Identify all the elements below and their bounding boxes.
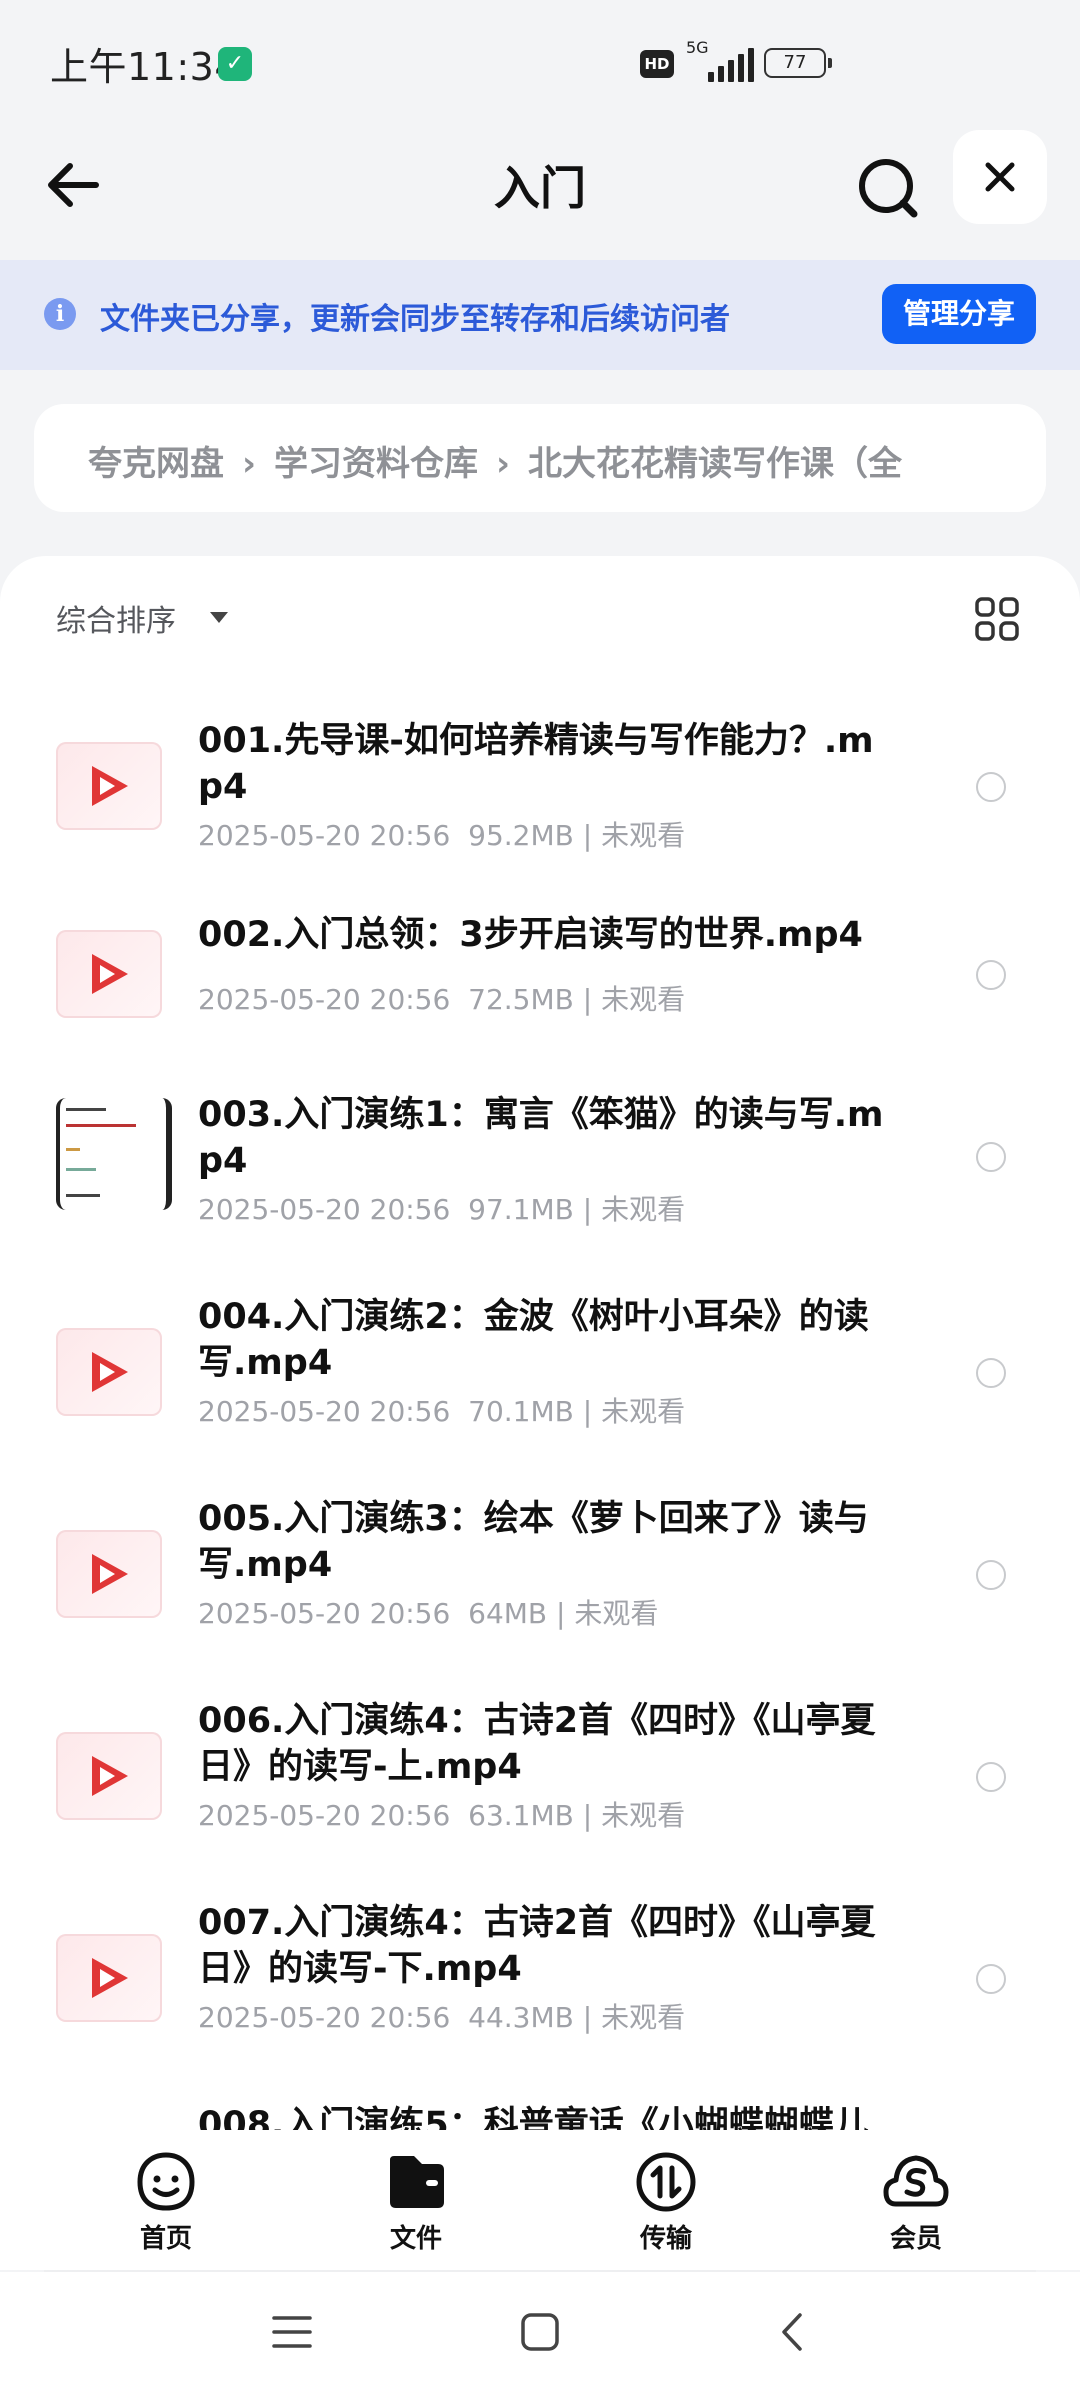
video-thumbnail	[56, 1328, 162, 1416]
file-name: 004.入门演练2：金波《树叶小耳朵》的读写.mp4	[198, 1297, 869, 1383]
video-thumbnail	[56, 1732, 162, 1820]
grid-view-icon[interactable]	[974, 596, 1020, 642]
nav-label: 会员	[889, 2224, 942, 2254]
nav-label: 传输	[639, 2224, 692, 2254]
list-item[interactable]: 005.入门演练3：绘本《萝卜回来了》读与写.mp4 2025-05-20 20…	[0, 1456, 1080, 1656]
manage-share-button[interactable]: 管理分享	[882, 284, 1036, 344]
status-time: 上午11:34	[50, 45, 240, 89]
transfer-icon	[636, 2152, 696, 2212]
menu-icon[interactable]	[272, 2312, 312, 2356]
caret-down-icon[interactable]	[210, 612, 228, 623]
hd-badge: HD	[640, 50, 674, 78]
file-name: 005.入门演练3：绘本《萝卜回来了》读与写.mp4	[198, 1499, 869, 1585]
list-item[interactable]: 007.入门演练4：古诗2首《四时》《山亭夏日》的读写-下.mp4 2025-0…	[0, 1856, 1080, 2056]
nav-label: 首页	[139, 2224, 192, 2254]
video-thumbnail-image	[56, 1098, 172, 1210]
share-notice-banner: i 文件夹已分享，更新会同步至转存和后续访问者 管理分享	[0, 260, 1080, 370]
network-type: 5G	[686, 38, 709, 57]
info-icon: i	[44, 298, 76, 330]
signal-icon	[708, 46, 754, 82]
bottom-nav: 首页 文件 传输 会员	[0, 2130, 1080, 2270]
file-meta: 2025-05-20 20:56 44.3MB | 未观看	[198, 2001, 686, 2034]
nav-vip[interactable]: 会员	[846, 2150, 986, 2255]
select-radio[interactable]	[976, 1964, 1006, 1994]
nav-files[interactable]: 文件	[346, 2150, 486, 2255]
vip-icon	[883, 2155, 949, 2207]
header: 入门	[0, 120, 1080, 260]
nav-label: 文件	[389, 2224, 442, 2254]
nav-transfer[interactable]: 传输	[596, 2150, 736, 2255]
video-thumbnail	[56, 742, 162, 830]
select-radio[interactable]	[976, 1762, 1006, 1792]
chevron-right-icon: ›	[496, 444, 511, 484]
breadcrumb-item-library[interactable]: 学习资料仓库	[274, 444, 478, 484]
back-chevron-icon[interactable]	[772, 2312, 812, 2356]
file-meta: 2025-05-20 20:56 64MB | 未观看	[198, 1597, 659, 1630]
status-bar: 上午11:34 ✓ HD 5G 77	[0, 0, 1080, 120]
file-name: 001.先导课-如何培养精读与写作能力？.mp4	[198, 721, 874, 807]
file-name: 007.入门演练4：古诗2首《四时》《山亭夏日》的读写-下.mp4	[198, 1903, 876, 1989]
video-thumbnail	[56, 1530, 162, 1618]
list-item[interactable]: 006.入门演练4：古诗2首《四时》《山亭夏日》的读写-上.mp4 2025-0…	[0, 1656, 1080, 1856]
home-square-icon[interactable]	[520, 2312, 560, 2356]
file-meta: 2025-05-20 20:56 95.2MB | 未观看	[198, 819, 686, 852]
shield-icon: ✓	[218, 47, 252, 81]
video-thumbnail	[56, 930, 162, 1018]
play-icon	[92, 1958, 128, 1998]
close-button[interactable]	[953, 130, 1047, 224]
play-icon	[92, 1554, 128, 1594]
video-thumbnail	[56, 1934, 162, 2022]
select-radio[interactable]	[976, 960, 1006, 990]
play-icon	[92, 1756, 128, 1796]
file-meta: 2025-05-20 20:56 97.1MB | 未观看	[198, 1193, 686, 1226]
chevron-right-icon: ›	[242, 444, 257, 484]
breadcrumb: 夸克网盘 › 学习资料仓库 › 北大花花精读写作课（全	[34, 404, 1046, 512]
home-face-icon	[137, 2152, 195, 2211]
list-item[interactable]: 001.先导课-如何培养精读与写作能力？.mp4 2025-05-20 20:5…	[0, 680, 1080, 868]
share-notice-text: 文件夹已分享，更新会同步至转存和后续访问者	[100, 302, 730, 337]
select-radio[interactable]	[976, 772, 1006, 802]
folder-icon	[390, 2156, 444, 2208]
breadcrumb-item-course[interactable]: 北大花花精读写作课（全	[528, 444, 902, 484]
list-item[interactable]: 004.入门演练2：金波《树叶小耳朵》的读写.mp4 2025-05-20 20…	[0, 1256, 1080, 1456]
system-nav-bar	[0, 2272, 1080, 2400]
list-item[interactable]: 002.入门总领：3步开启读写的世界.mp4 2025-05-20 20:56 …	[0, 868, 1080, 1056]
select-radio[interactable]	[976, 1142, 1006, 1172]
list-item[interactable]: 003.入门演练1：寓言《笨猫》的读与写.mp4 2025-05-20 20:5…	[0, 1056, 1080, 1256]
search-icon[interactable]	[850, 150, 926, 226]
file-list-panel: 综合排序 001.先导课-如何培养精读与写作能力？.mp4 2025-05-20…	[0, 556, 1080, 2136]
list-item[interactable]: 008.入门演练5：科普童话《小蝴蝶蝴蝶儿	[0, 2056, 1080, 2136]
close-icon	[985, 162, 1015, 192]
file-meta: 2025-05-20 20:56 63.1MB | 未观看	[198, 1799, 686, 1832]
play-icon	[92, 954, 128, 994]
file-name: 003.入门演练1：寓言《笨猫》的读与写.mp4	[198, 1095, 884, 1181]
file-meta: 2025-05-20 20:56 70.1MB | 未观看	[198, 1395, 686, 1428]
file-name: 002.入门总领：3步开启读写的世界.mp4	[198, 915, 863, 955]
select-radio[interactable]	[976, 1358, 1006, 1388]
file-name: 006.入门演练4：古诗2首《四时》《山亭夏日》的读写-上.mp4	[198, 1701, 876, 1787]
sort-dropdown[interactable]: 综合排序	[56, 596, 176, 640]
select-radio[interactable]	[976, 1560, 1006, 1590]
play-icon	[92, 1352, 128, 1392]
play-icon	[92, 766, 128, 806]
nav-home[interactable]: 首页	[96, 2150, 236, 2255]
file-meta: 2025-05-20 20:56 72.5MB | 未观看	[198, 983, 686, 1016]
breadcrumb-item-root[interactable]: 夸克网盘	[88, 444, 224, 484]
battery-icon: 77	[764, 48, 832, 78]
